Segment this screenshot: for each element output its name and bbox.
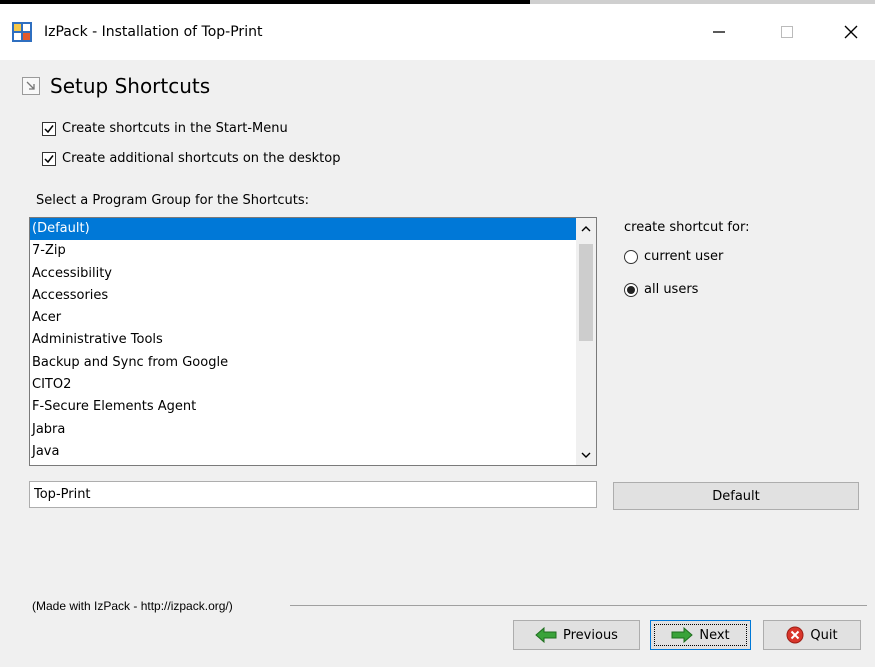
program-group-item[interactable]: CITO2 (30, 374, 576, 396)
program-group-item[interactable]: F-Secure Elements Agent (30, 396, 576, 418)
close-button[interactable] (828, 12, 874, 52)
desktop-checkbox[interactable] (42, 151, 56, 166)
program-group-item[interactable]: (Default) (30, 218, 576, 241)
quit-icon (786, 626, 804, 644)
previous-button-label: Previous (563, 627, 618, 643)
checkmark-icon (44, 124, 54, 133)
panel-header-icon (22, 77, 40, 95)
quit-button-label: Quit (810, 627, 838, 643)
all-users-radio[interactable] (624, 282, 638, 297)
list-scrollbar[interactable] (576, 218, 596, 465)
title-bar[interactable]: IzPack - Installation of Top-Print (0, 4, 875, 60)
panel-title: Setup Shortcuts (50, 74, 211, 98)
installer-panel: Setup Shortcuts Create shortcuts in the … (0, 60, 875, 667)
program-group-item[interactable]: Jabra (30, 419, 576, 441)
scroll-up-button[interactable] (576, 218, 596, 238)
current-user-radio[interactable] (624, 249, 638, 264)
program-group-item[interactable]: Java (30, 441, 576, 463)
scroll-down-button[interactable] (576, 445, 596, 465)
program-group-label: Select a Program Group for the Shortcuts… (36, 193, 310, 208)
radio-selected-dot (627, 285, 635, 294)
chevron-down-icon (581, 452, 591, 458)
close-icon (844, 25, 858, 39)
next-button-focus-ring (654, 624, 747, 646)
current-user-label: current user (644, 249, 724, 264)
program-group-item[interactable]: Administrative Tools (30, 329, 576, 351)
arrow-left-icon (535, 627, 557, 643)
program-group-item[interactable]: Acer (30, 307, 576, 329)
program-group-item[interactable]: Accessibility (30, 263, 576, 285)
start-menu-checkbox-row[interactable]: Create shortcuts in the Start-Menu (42, 121, 288, 136)
made-with-izpack-label: (Made with IzPack - http://izpack.org/) (32, 599, 239, 613)
program-group-item[interactable]: 7-Zip (30, 240, 576, 262)
footer-separator (290, 605, 867, 606)
program-group-item[interactable]: Accessories (30, 285, 576, 307)
checkmark-icon (44, 154, 54, 163)
minimize-icon (713, 31, 725, 33)
all-users-radio-row[interactable]: all users (624, 282, 698, 297)
all-users-label: all users (644, 282, 699, 297)
start-menu-checkbox-label: Create shortcuts in the Start-Menu (62, 121, 288, 136)
desktop-checkbox-label: Create additional shortcuts on the deskt… (62, 151, 341, 166)
program-group-item[interactable]: Backup and Sync from Google (30, 352, 576, 374)
window-title: IzPack - Installation of Top-Print (44, 24, 263, 40)
minimize-button[interactable] (696, 12, 742, 52)
current-user-radio-row[interactable]: current user (624, 249, 723, 264)
maximize-button[interactable] (764, 12, 810, 52)
chevron-up-icon (581, 225, 591, 231)
maximize-icon (781, 26, 793, 38)
program-group-items: (Default) 7-Zip Accessibility Accessories Ac… (30, 218, 576, 463)
program-group-name-input[interactable] (29, 481, 597, 508)
program-group-list[interactable]: (Default) 7-Zip Accessibility Accessories Ac… (29, 217, 597, 466)
desktop-checkbox-row[interactable]: Create additional shortcuts on the deskt… (42, 151, 340, 166)
start-menu-checkbox[interactable] (42, 121, 56, 136)
izpack-app-icon (12, 22, 32, 42)
create-shortcut-for-label: create shortcut for: (624, 220, 750, 235)
next-button[interactable]: Next (650, 620, 751, 650)
previous-button[interactable]: Previous (513, 620, 640, 650)
quit-button[interactable]: Quit (763, 620, 861, 650)
default-button[interactable]: Default (613, 482, 859, 510)
scroll-thumb[interactable] (579, 244, 593, 341)
